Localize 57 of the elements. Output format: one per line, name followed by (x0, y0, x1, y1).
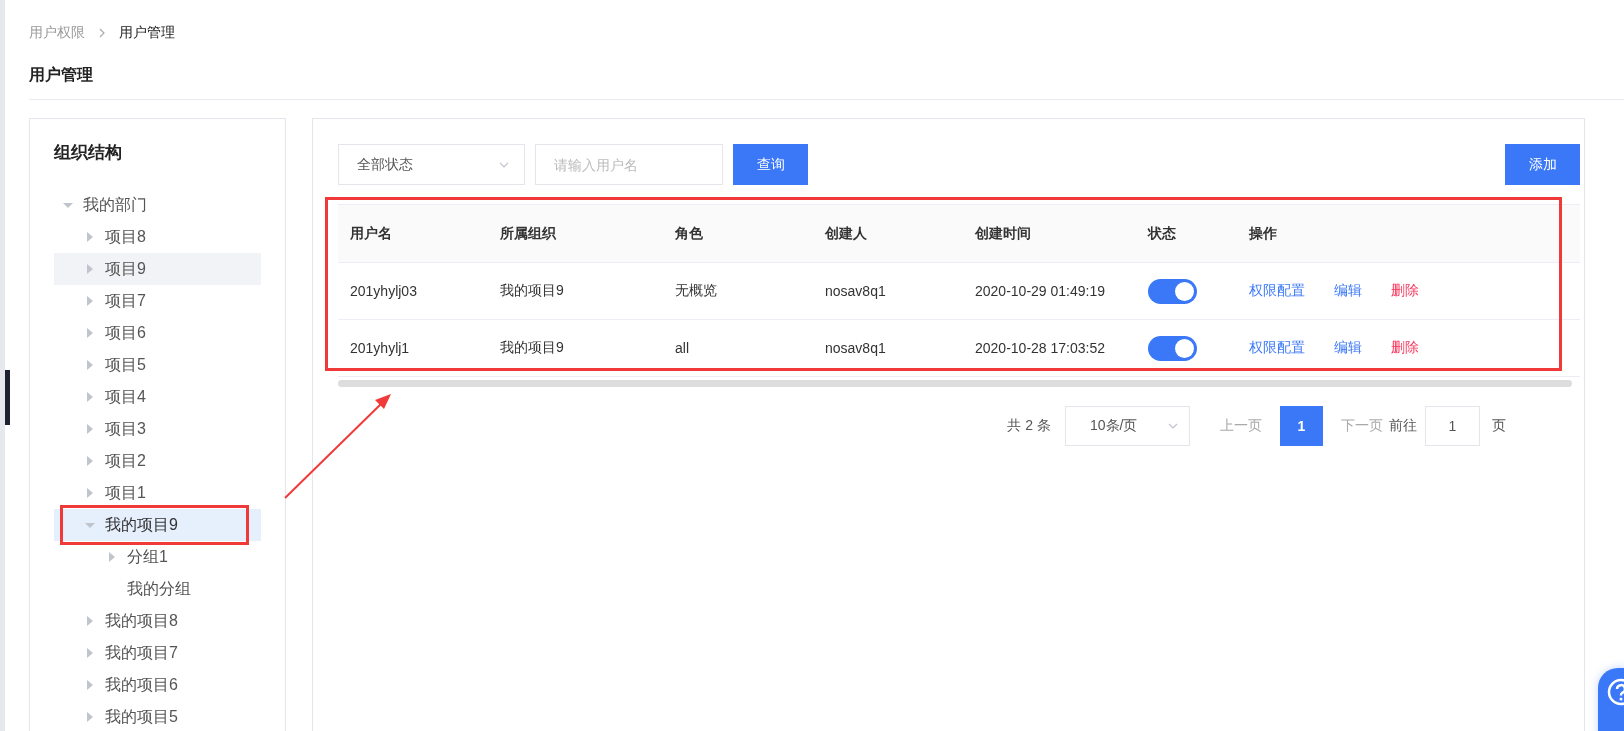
tree-item[interactable]: 我的部门 (54, 189, 261, 221)
page-title: 用户管理 (29, 65, 94, 85)
tree-item[interactable]: 项目1 (54, 477, 261, 509)
tree-item[interactable]: 我的项目6 (54, 669, 261, 701)
total-count: 共 2 条 (1007, 417, 1051, 435)
delete-link[interactable]: 删除 (1391, 339, 1419, 357)
status-toggle[interactable] (1148, 278, 1197, 304)
action-link[interactable]: 权限配置 (1249, 282, 1305, 300)
column-header: 所属组织 (499, 224, 557, 243)
horizontal-scrollbar[interactable] (338, 380, 1572, 387)
page-suffix: 页 (1492, 417, 1506, 435)
tree-item[interactable]: 项目6 (54, 317, 261, 349)
breadcrumb-link[interactable]: 用户管理 (119, 24, 175, 42)
table-cell-text: 2020-10-28 17:03:52 (974, 340, 1106, 356)
table-cell-text: 201yhylj1 (349, 340, 411, 356)
search-button[interactable]: 查询 (733, 144, 808, 185)
table-cell-text: 无概览 (674, 282, 718, 300)
column-header: 用户名 (349, 224, 393, 243)
action-link[interactable]: 编辑 (1334, 282, 1362, 300)
tree-item[interactable]: 我的项目9 (54, 509, 261, 541)
tree-item[interactable]: 项目9 (54, 253, 261, 285)
delete-link[interactable]: 删除 (1391, 282, 1419, 300)
column-header: 创建时间 (974, 224, 1032, 243)
tree-item[interactable]: 分组1 (54, 541, 261, 573)
action-link[interactable]: 权限配置 (1249, 339, 1305, 357)
tree-item[interactable]: 项目7 (54, 285, 261, 317)
panel-title: 组织结构 (54, 142, 123, 164)
tree-item[interactable]: 我的项目5 (54, 701, 261, 731)
table-cell-text: nosav8q1 (824, 340, 887, 356)
action-link[interactable]: 编辑 (1334, 339, 1362, 357)
tree-item[interactable]: 项目3 (54, 413, 261, 445)
add-button[interactable]: 添加 (1505, 144, 1580, 185)
tree-item[interactable]: 我的分组 (54, 573, 261, 605)
table-cell-text: 我的项目9 (499, 282, 565, 300)
goto-label: 前往 (1389, 417, 1417, 435)
table-cell-text: nosav8q1 (824, 283, 887, 299)
column-header: 操作 (1248, 224, 1278, 243)
tree-item[interactable]: 我的项目7 (54, 637, 261, 669)
column-header: 状态 (1146, 224, 1177, 243)
table-cell-text: all (674, 340, 690, 356)
status-toggle[interactable] (1148, 335, 1197, 361)
goto-page-input[interactable]: 1 (1425, 406, 1480, 446)
username-input[interactable]: 请输入用户名 (535, 144, 723, 185)
status-select[interactable]: 全部状态 (338, 144, 525, 185)
tree-item[interactable]: 我的项目8 (54, 605, 261, 637)
chevron-right-icon (97, 27, 107, 39)
table-cell-text: 我的项目9 (499, 339, 565, 357)
table-cell-text: 201yhylj03 (349, 283, 418, 299)
tree-item[interactable]: 项目5 (54, 349, 261, 381)
tree-item[interactable]: 项目8 (54, 221, 261, 253)
column-header: 创建人 (824, 224, 868, 243)
tree-item[interactable]: 项目2 (54, 445, 261, 477)
page-number[interactable]: 1 (1280, 406, 1323, 446)
page-size-select[interactable]: 10条/页 (1065, 406, 1190, 446)
table-cell-text: 2020-10-29 01:49:19 (974, 283, 1106, 299)
tree-item[interactable]: 项目4 (54, 381, 261, 413)
column-header: 角色 (674, 224, 704, 243)
